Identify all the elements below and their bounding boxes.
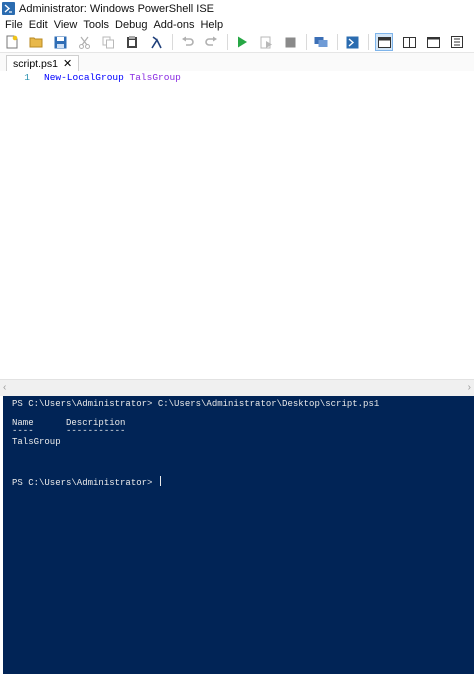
menu-bar: File Edit View Tools Debug Add-ons Help	[0, 17, 474, 32]
title-bar: Administrator: Windows PowerShell ISE	[0, 0, 474, 17]
toolbar	[0, 32, 474, 53]
cut-icon[interactable]	[76, 34, 92, 50]
scroll-right-icon[interactable]: ›	[468, 382, 471, 393]
horizontal-scrollbar[interactable]: ‹ ›	[0, 379, 474, 396]
tab-label: script.ps1	[13, 58, 58, 70]
console-pane[interactable]: PS C:\Users\Administrator> C:\Users\Admi…	[3, 396, 474, 674]
menu-help[interactable]: Help	[199, 19, 228, 31]
tab-strip: script.ps1 ✕	[0, 53, 474, 73]
code-argument: TalsGroup	[129, 72, 181, 83]
new-icon[interactable]	[4, 34, 20, 50]
show-script-top-icon[interactable]	[375, 33, 393, 51]
console-output-underline: ---- -----------	[12, 426, 126, 436]
toolbar-separator	[306, 34, 307, 50]
menu-file[interactable]: File	[4, 19, 28, 31]
menu-debug[interactable]: Debug	[114, 19, 152, 31]
toolbar-separator	[172, 34, 173, 50]
console-prompt-line[interactable]: PS C:\Users\Administrator>	[12, 476, 161, 488]
toolbar-separator	[368, 34, 369, 50]
window-title: Administrator: Windows PowerShell ISE	[19, 2, 215, 15]
powershell-icon	[2, 2, 15, 15]
toolbar-separator	[227, 34, 228, 50]
console-cursor	[159, 476, 161, 486]
start-powershell-icon[interactable]	[344, 34, 360, 50]
redo-icon[interactable]	[203, 34, 219, 50]
show-script-max-icon[interactable]	[425, 34, 441, 50]
console-command-line: PS C:\Users\Administrator> C:\Users\Admi…	[12, 399, 380, 409]
paste-icon[interactable]	[124, 34, 140, 50]
line-number: 1	[24, 72, 30, 83]
run-icon[interactable]	[234, 34, 250, 50]
run-selection-icon[interactable]	[258, 34, 274, 50]
show-script-right-icon[interactable]	[401, 34, 417, 50]
scroll-left-icon[interactable]: ‹	[3, 382, 6, 393]
show-commands-icon[interactable]	[449, 34, 465, 50]
save-icon[interactable]	[52, 34, 68, 50]
toolbar-separator	[337, 34, 338, 50]
code-line: 1 New-LocalGroup TalsGroup	[0, 72, 181, 83]
open-icon[interactable]	[28, 34, 44, 50]
code-keyword: New-LocalGroup	[44, 72, 124, 83]
menu-addons[interactable]: Add-ons	[152, 19, 199, 31]
stop-icon[interactable]	[282, 34, 298, 50]
close-icon[interactable]: ✕	[63, 58, 72, 70]
menu-view[interactable]: View	[53, 19, 83, 31]
script-editor[interactable]: 1 New-LocalGroup TalsGroup	[0, 71, 474, 379]
undo-icon[interactable]	[179, 34, 195, 50]
menu-edit[interactable]: Edit	[28, 19, 53, 31]
console-prompt: PS C:\Users\Administrator>	[12, 478, 158, 488]
copy-icon[interactable]	[100, 34, 116, 50]
menu-tools[interactable]: Tools	[82, 19, 114, 31]
new-remote-tab-icon[interactable]	[313, 34, 329, 50]
clear-icon[interactable]	[148, 34, 164, 50]
console-output-result: TalsGroup	[12, 437, 61, 447]
